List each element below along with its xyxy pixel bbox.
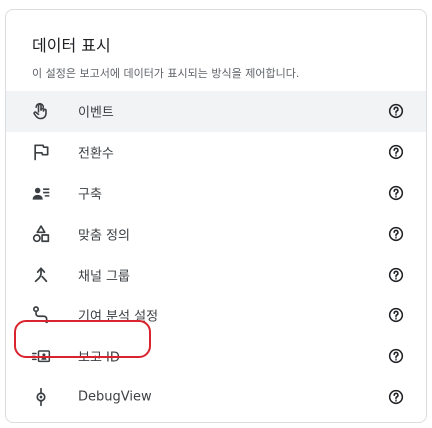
list-item-label: 보고 ID	[78, 350, 120, 366]
help-circle-icon[interactable]	[388, 103, 404, 119]
list-item-label: 전환수	[78, 146, 114, 162]
help-circle-icon[interactable]	[388, 226, 404, 242]
audience-icon	[30, 182, 52, 204]
help-circle-icon[interactable]	[388, 267, 404, 283]
touch-icon	[30, 100, 52, 122]
list-item-events[interactable]: 이벤트	[6, 91, 426, 132]
list-item-channel-groups[interactable]: 채널 그룹	[6, 254, 426, 295]
list-item-label: 채널 그룹	[78, 269, 130, 285]
help-circle-icon[interactable]	[388, 144, 404, 160]
list-item-attribution-settings[interactable]: 기여 분석 설정	[6, 295, 426, 336]
merge-icon	[30, 264, 52, 286]
list-item-label: 맞춤 정의	[78, 228, 130, 244]
list-item-custom-definitions[interactable]: 맞춤 정의	[6, 213, 426, 254]
list-item-conversions[interactable]: 전환수	[6, 132, 426, 173]
list-item-label: DebugView	[78, 389, 152, 405]
list-item-reporting-identity[interactable]: 보고 ID	[6, 336, 426, 377]
flag-icon	[30, 141, 52, 163]
settings-list: 이벤트 전환수 구축 맞춤 정의 채널 그룹 기여 분석 설정 보고 ID De…	[6, 91, 426, 417]
help-circle-icon[interactable]	[388, 389, 404, 405]
panel-description: 이 설정은 보고서에 데이터가 표시되는 방식을 제어합니다.	[32, 67, 300, 80]
help-circle-icon[interactable]	[388, 307, 404, 323]
data-display-panel: 데이터 표시 이 설정은 보고서에 데이터가 표시되는 방식을 제어합니다. 이…	[5, 9, 427, 423]
panel-title: 데이터 표시	[32, 36, 111, 55]
help-circle-icon[interactable]	[388, 185, 404, 201]
reporting-id-icon	[30, 345, 52, 367]
list-item-audiences[interactable]: 구축	[6, 173, 426, 214]
list-item-label: 기여 분석 설정	[78, 309, 159, 325]
list-item-debugview[interactable]: DebugView	[6, 377, 426, 418]
list-item-label: 이벤트	[78, 105, 114, 121]
list-item-label: 구축	[78, 187, 102, 203]
debug-icon	[30, 386, 52, 408]
help-circle-icon[interactable]	[388, 348, 404, 364]
shapes-icon	[30, 223, 52, 245]
attribution-path-icon	[30, 304, 52, 326]
